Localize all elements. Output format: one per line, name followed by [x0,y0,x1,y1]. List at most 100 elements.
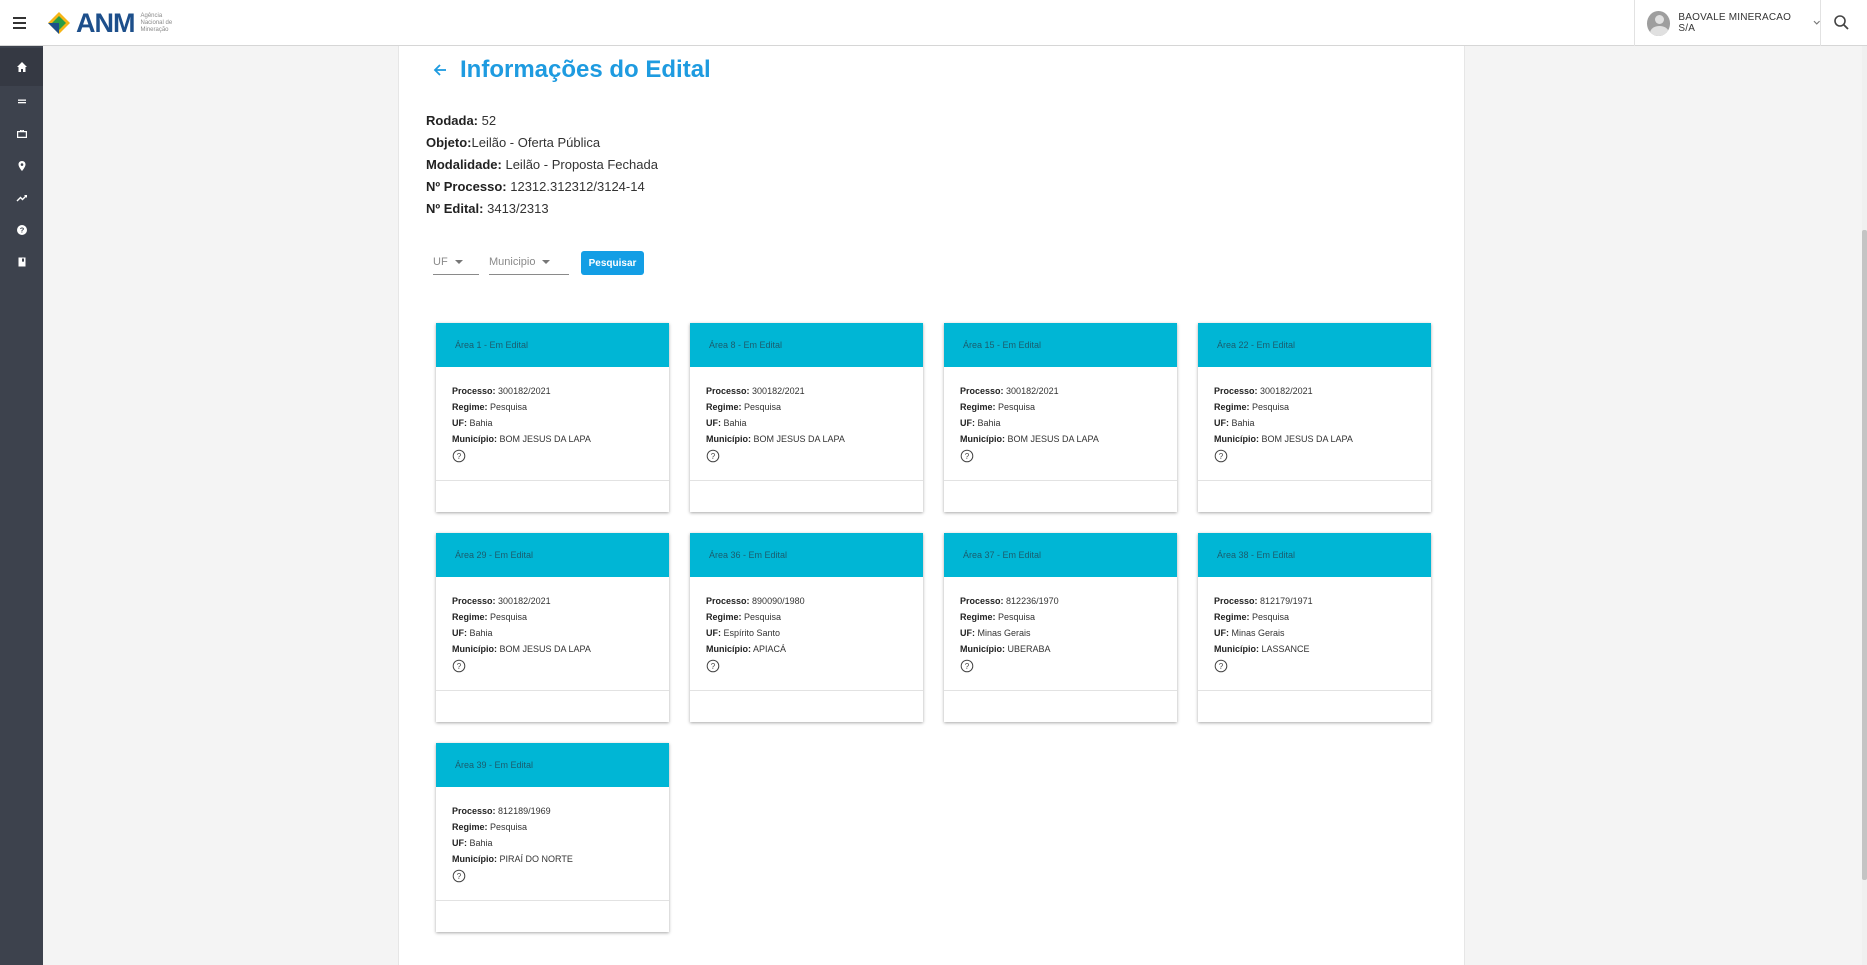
top-bar: ANM Agência Nacional de Mineração BAOVAL… [0,0,1867,46]
book-icon [18,257,25,267]
area-card-body: Processo: 300182/2021 Regime: Pesquisa U… [690,367,923,463]
area-card: Área 36 - Em Edital Processo: 890090/198… [690,533,923,722]
help-circle-icon[interactable]: ? [706,449,720,463]
area-card-title[interactable]: Área 15 - Em Edital [944,323,1177,367]
sidebar-item-help[interactable]: ? [0,215,43,245]
card-municipio-label: Município: [1214,644,1259,654]
help-circle-icon[interactable]: ? [452,659,466,673]
modalidade-value: Leilão - Proposta Fechada [505,157,658,172]
card-uf-value: Bahia [1231,418,1255,428]
card-municipio-label: Município: [1214,434,1259,444]
sidebar-item-briefcase[interactable] [0,119,43,149]
area-card-title[interactable]: Área 37 - Em Edital [944,533,1177,577]
objeto-label: Objeto: [426,135,472,150]
svg-text:?: ? [19,226,24,235]
card-uf-value: Bahia [469,838,493,848]
card-uf-value: Bahia [469,628,493,638]
card-uf-label: UF: [1214,628,1229,638]
card-processo: Processo: 300182/2021 [452,593,669,609]
sidebar-item-list[interactable] [0,87,43,117]
card-uf: UF: Minas Gerais [960,625,1177,641]
card-municipio-label: Município: [960,644,1005,654]
card-uf: UF: Bahia [960,415,1177,431]
edital-info: Rodada: 52 Objeto:Leilão - Oferta Públic… [426,110,658,220]
svg-text:?: ? [965,662,970,671]
card-uf: UF: Bahia [452,625,669,641]
area-card-title[interactable]: Área 8 - Em Edital [690,323,923,367]
logo-text: ANM [76,7,135,38]
chevron-down-icon [1813,20,1820,25]
card-uf-value: Bahia [977,418,1001,428]
card-uf-value: Minas Gerais [977,628,1031,638]
svg-text:?: ? [711,662,716,671]
card-uf: UF: Bahia [452,415,669,431]
search-button[interactable]: Pesquisar [581,251,644,275]
help-circle-icon[interactable]: ? [452,449,466,463]
area-card-title[interactable]: Área 36 - Em Edital [690,533,923,577]
card-uf: UF: Bahia [452,835,669,851]
info-modalidade: Modalidade: Leilão - Proposta Fechada [426,154,658,176]
card-uf-label: UF: [452,628,467,638]
card-uf-value: Minas Gerais [1231,628,1285,638]
card-municipio-value: UBERABA [1007,644,1051,654]
area-card-title[interactable]: Área 29 - Em Edital [436,533,669,577]
area-card: Área 8 - Em Edital Processo: 300182/2021… [690,323,923,512]
card-processo-value: 300182/2021 [1260,386,1313,396]
area-card-footer [1198,690,1431,722]
help-circle-icon[interactable]: ? [960,659,974,673]
card-regime-value: Pesquisa [490,822,528,832]
card-municipio-value: PIRAÍ DO NORTE [499,854,573,864]
card-municipio-label: Município: [706,644,751,654]
modalidade-label: Modalidade: [426,157,502,172]
card-regime-value: Pesquisa [1252,402,1290,412]
card-uf-label: UF: [452,838,467,848]
area-card-title[interactable]: Área 1 - Em Edital [436,323,669,367]
card-municipio: Município: BOM JESUS DA LAPA [1214,431,1431,447]
caret-down-icon [542,259,551,264]
card-municipio-value: BOM JESUS DA LAPA [499,644,591,654]
area-card: Área 38 - Em Edital Processo: 812179/197… [1198,533,1431,722]
card-regime: Regime: Pesquisa [960,399,1177,415]
card-regime: Regime: Pesquisa [452,609,669,625]
municipio-select-label: Municipio [489,255,536,268]
card-regime-value: Pesquisa [1252,612,1290,622]
card-regime-label: Regime: [960,402,996,412]
hamburger-menu-icon[interactable] [10,13,30,33]
municipio-select[interactable]: Municipio [489,251,569,275]
sidebar-item-location[interactable] [0,151,43,181]
info-objeto: Objeto:Leilão - Oferta Pública [426,132,658,154]
filters: UF Municipio Pesquisar [433,251,644,275]
card-regime-value: Pesquisa [490,612,528,622]
user-menu[interactable]: BAOVALE MINERACAO S/A [1634,0,1821,46]
help-circle-icon[interactable]: ? [1214,449,1228,463]
scrollbar-thumb[interactable] [1862,230,1867,880]
area-card-title[interactable]: Área 39 - Em Edital [436,743,669,787]
help-circle-icon[interactable]: ? [960,449,974,463]
sidebar-item-trending[interactable] [0,183,43,213]
card-uf: UF: Bahia [706,415,923,431]
anm-logo[interactable]: ANM Agência Nacional de Mineração [46,8,181,38]
card-regime-value: Pesquisa [998,402,1036,412]
area-card: Área 1 - Em Edital Processo: 300182/2021… [436,323,669,512]
help-circle-icon[interactable]: ? [452,869,466,883]
card-uf-label: UF: [960,628,975,638]
card-processo: Processo: 300182/2021 [960,383,1177,399]
help-circle-icon[interactable]: ? [706,659,720,673]
sidebar-item-book[interactable] [0,247,43,277]
card-processo-value: 812189/1969 [498,806,551,816]
card-regime-value: Pesquisa [490,402,528,412]
card-processo-value: 300182/2021 [498,386,551,396]
help-circle-icon[interactable]: ? [1214,659,1228,673]
arrow-back-icon[interactable] [432,62,448,78]
uf-select-label: UF [433,255,448,268]
card-processo-value: 812236/1970 [1006,596,1059,606]
svg-text:?: ? [457,662,462,671]
area-card-title[interactable]: Área 38 - Em Edital [1198,533,1431,577]
page-title: Informações do Edital [460,56,711,83]
area-card-title[interactable]: Área 22 - Em Edital [1198,323,1431,367]
sidebar-item-home[interactable] [0,48,43,86]
uf-select[interactable]: UF [433,251,479,275]
area-card: Área 37 - Em Edital Processo: 812236/197… [944,533,1177,722]
card-uf-value: Bahia [723,418,747,428]
search-icon[interactable] [1832,13,1852,33]
